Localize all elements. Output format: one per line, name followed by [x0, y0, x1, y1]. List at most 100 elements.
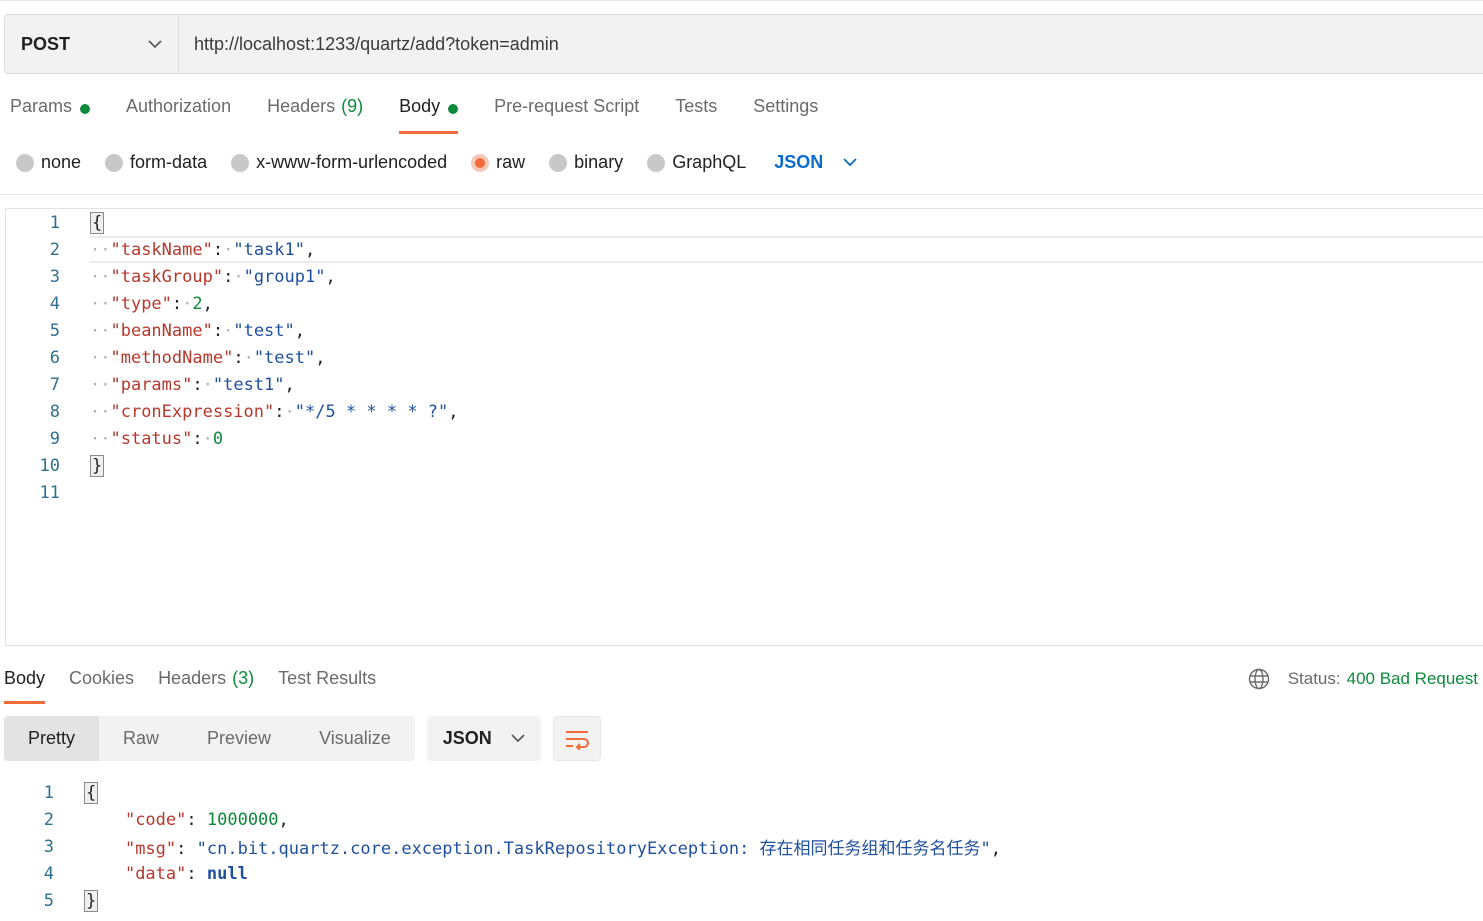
response-format-select[interactable]: JSON [426, 716, 541, 761]
method-label: POST [21, 33, 71, 54]
response-status: Status: 400 Bad Request [1248, 668, 1478, 690]
code-content: "code": 1000000, [84, 810, 289, 830]
line-number: 5 [43, 890, 54, 911]
tab-body[interactable]: Body [399, 96, 459, 134]
url-input[interactable]: http://localhost:1233/quartz/add?token=a… [179, 34, 559, 55]
code-line: 1{ [6, 209, 1483, 236]
json-key: "code" [124, 809, 187, 830]
response-tab-test-results[interactable]: Test Results [278, 668, 376, 704]
view-mode-preview[interactable]: Preview [183, 716, 295, 761]
json-key: "data" [124, 863, 187, 884]
line-number: 6 [49, 347, 60, 368]
indent-whitespace: ·· [90, 320, 111, 341]
json-space: · [202, 428, 213, 449]
json-value: 1000000 [206, 809, 279, 830]
json-colon: : [192, 428, 203, 449]
tab-headers[interactable]: Headers (9) [267, 96, 363, 134]
json-space [197, 864, 207, 884]
tab-pre-request-script[interactable]: Pre-request Script [494, 96, 639, 134]
code-content: ··"cronExpression":·"*/5 * * * * ?", [90, 402, 459, 422]
json-value: "test" [253, 347, 316, 368]
radio-raw[interactable]: raw [471, 152, 525, 173]
radio-x-www-form-urlencoded[interactable]: x-www-form-urlencoded [231, 152, 447, 173]
tab-tests[interactable]: Tests [675, 96, 717, 134]
tab-label: Body [4, 668, 46, 688]
status-dot-icon [448, 104, 459, 114]
radio-binary[interactable]: binary [549, 152, 623, 173]
response-body-viewer[interactable]: 1{2 "code": 1000000, 3 "msg": "cn.bit.qua… [0, 779, 1483, 921]
request-bar: POST http://localhost:1233/quartz/add?to… [4, 14, 1483, 74]
tab-settings[interactable]: Settings [753, 96, 818, 134]
json-space [197, 810, 207, 830]
response-view-bar: Pretty Raw Preview Visualize JSON [4, 716, 601, 761]
body-format-label: JSON [774, 152, 824, 172]
body-type-row: none form-data x-www-form-urlencoded raw bin… [16, 152, 857, 173]
indent-whitespace: ·· [90, 374, 111, 395]
indent-whitespace: ·· [90, 266, 111, 287]
code-content: ··"status":·0 [90, 429, 223, 449]
tab-count: (3) [232, 668, 255, 688]
radio-graphql[interactable]: GraphQL [647, 152, 746, 173]
response-tab-headers[interactable]: Headers (3) [158, 668, 254, 704]
json-key: "params" [110, 374, 193, 395]
chevron-down-icon [148, 39, 162, 48]
json-comma: , [315, 347, 326, 368]
code-content: ··"taskName":·"task1", [90, 240, 315, 260]
json-colon: : [274, 401, 285, 422]
line-number: 8 [49, 401, 60, 422]
chevron-down-icon [511, 734, 525, 743]
json-comma: , [278, 809, 289, 830]
code-line: 3 "msg": "cn.bit.quartz.core.exception.T… [0, 833, 1483, 860]
chevron-down-icon [843, 158, 857, 167]
globe-icon[interactable] [1248, 668, 1270, 690]
code-content: { [84, 781, 99, 804]
radio-form-data[interactable]: form-data [105, 152, 207, 173]
view-mode-pretty[interactable]: Pretty [4, 716, 100, 761]
json-space: · [223, 320, 234, 341]
code-line: 5 ··"beanName":·"test", [6, 317, 1483, 344]
json-colon: : [186, 809, 197, 830]
json-space: · [223, 239, 234, 260]
response-format-label: JSON [442, 728, 492, 748]
json-colon: : [176, 839, 187, 859]
json-key: "status" [110, 428, 193, 449]
code-content: ··"params":·"test1", [90, 375, 295, 395]
json-colon: : [223, 266, 234, 287]
line-number: 9 [49, 428, 60, 449]
wrap-lines-button[interactable] [552, 716, 601, 761]
json-value: "test" [233, 320, 295, 341]
radio-none[interactable]: none [16, 152, 81, 173]
code-content: ··"methodName":·"test", [90, 348, 325, 368]
body-format-select[interactable]: JSON [774, 152, 857, 173]
tab-label: Pre-request Script [494, 96, 640, 116]
json-key: "taskName" [110, 239, 213, 260]
response-tab-body[interactable]: Body [4, 668, 46, 704]
code-line: 4 "data": null [0, 860, 1483, 887]
json-colon: : [212, 239, 224, 260]
request-body-editor[interactable]: 1{2 ··"taskName":·"task1", 3 ··"taskGroup":… [5, 208, 1483, 646]
code-line: 2 ··"taskName":·"task1", [6, 236, 1483, 263]
indent-whitespace: ·· [90, 239, 111, 260]
line-number: 11 [39, 482, 60, 503]
response-tab-cookies[interactable]: Cookies [69, 668, 134, 704]
method-select[interactable]: POST [5, 15, 179, 73]
radio-label: binary [574, 152, 624, 172]
json-comma: , [284, 374, 295, 395]
json-colon: : [233, 347, 244, 368]
brace-open: { [90, 211, 105, 234]
json-comma: , [202, 293, 213, 314]
code-content: ··"type":·2, [90, 294, 213, 314]
radio-circle-icon [231, 153, 250, 172]
view-mode-raw[interactable]: Raw [99, 716, 183, 761]
tab-params[interactable]: Params [10, 96, 91, 134]
radio-circle-icon [16, 153, 34, 172]
tab-authorization[interactable]: Authorization [126, 96, 231, 134]
line-number: 4 [43, 863, 54, 884]
code-line: 3 ··"taskGroup":·"group1", [6, 263, 1483, 290]
status-value: 400 Bad Request [1346, 669, 1478, 688]
view-mode-visualize[interactable]: Visualize [295, 716, 415, 761]
top-divider [0, 0, 1483, 2]
code-line: 5} [0, 887, 1483, 914]
